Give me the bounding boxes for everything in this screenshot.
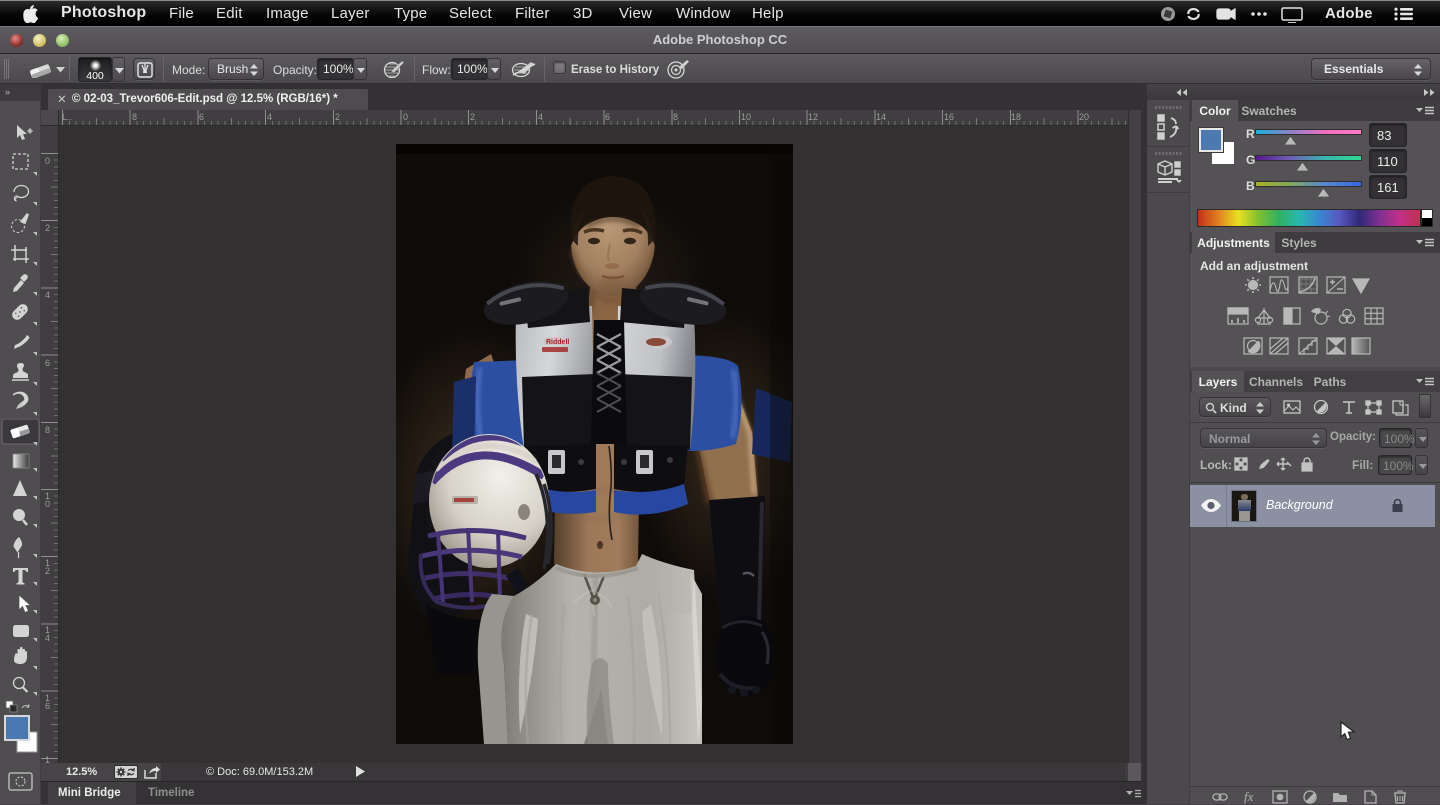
svg-text:Riddell: Riddell <box>546 339 569 346</box>
svg-text:fx: fx <box>1244 790 1254 804</box>
